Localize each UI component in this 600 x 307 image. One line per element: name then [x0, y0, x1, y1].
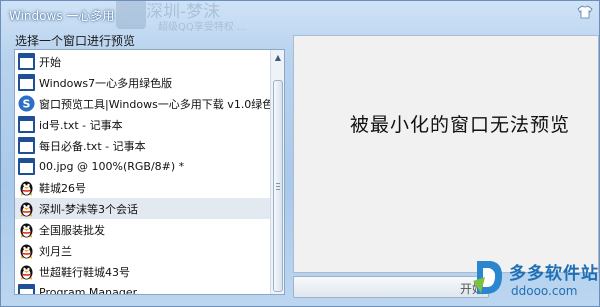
window-list-item[interactable]: 世超鞋行鞋城43号	[15, 261, 271, 282]
window-list-item-label: 深圳-梦沫等3个会话	[39, 202, 138, 216]
window-list[interactable]: 开始 Windows7一心多用绿色版 S 窗口预览工具|Windows一心多用下载 v…	[14, 49, 285, 295]
window-list-item[interactable]: 刘月兰	[15, 240, 271, 261]
window-list-item[interactable]: Program Manager	[15, 282, 271, 295]
scroll-grip-line	[276, 183, 280, 184]
window-list-item-label: Windows7一心多用绿色版	[39, 76, 173, 90]
svg-text:S: S	[23, 98, 31, 111]
window-list-item-label: 窗口预览工具|Windows一心多用下载 v1.0绿色版_...	[39, 97, 271, 111]
window-icon	[18, 53, 35, 70]
window-list-item[interactable]: 每日必备.txt - 记事本	[15, 135, 271, 156]
window-list-item-label: 每日必备.txt - 记事本	[39, 139, 146, 153]
qq-penguin-icon	[20, 223, 33, 238]
scroll-grip-line	[276, 189, 280, 190]
window-list-item[interactable]: 开始	[15, 51, 271, 72]
window-icon	[18, 116, 35, 133]
window-list-item-label: id号.txt - 记事本	[39, 118, 123, 132]
window-title: Windows 一心多用	[9, 9, 115, 23]
scroll-thumb[interactable]	[273, 80, 283, 292]
window-list-item[interactable]: id号.txt - 记事本	[15, 114, 271, 135]
scroll-grip-line	[276, 186, 280, 187]
window-list-item-label: Program Manager	[39, 286, 138, 295]
window-list-item[interactable]: S 窗口预览工具|Windows一心多用下载 v1.0绿色版_...	[15, 93, 271, 114]
preview-message: 被最小化的窗口无法预览	[350, 114, 571, 136]
window-list-scrollbar[interactable]: ▲	[270, 50, 284, 294]
watermark-url: ddooo.com	[511, 284, 578, 298]
window-icon	[18, 74, 35, 91]
window-list-item-label: 全国服装批发	[39, 223, 105, 237]
window-icon	[18, 158, 35, 175]
window-icon	[18, 284, 35, 294]
watermark-name: 多多软件站	[509, 264, 599, 284]
ddooo-logo-icon	[473, 261, 503, 294]
scroll-up-arrow-icon[interactable]: ▲	[273, 53, 283, 63]
window-list-item-label: 00.jpg @ 100%(RGB/8#) *	[39, 160, 185, 173]
preview-panel: 被最小化的窗口无法预览	[293, 35, 599, 273]
window-list-item[interactable]: 全国服装批发	[15, 219, 271, 240]
window-list-label: 选择一个窗口进行预览	[15, 34, 136, 48]
sogou-browser-icon: S	[18, 95, 35, 112]
site-watermark: 多多软件站 ddooo.com	[469, 253, 599, 305]
qq-penguin-icon	[20, 202, 33, 217]
window-list-item-label: 世超鞋行鞋城43号	[39, 265, 130, 279]
qq-penguin-icon	[20, 265, 33, 280]
title-bar[interactable]: Windows 一心多用	[1, 1, 599, 29]
window-list-item[interactable]: 鞋城26号	[15, 177, 271, 198]
app-window: 深圳-梦沫 超级QQ享受特权 ... Windows 一心多用 选择一个窗口进行…	[0, 0, 600, 307]
window-list-item[interactable]: 深圳-梦沫等3个会话	[15, 198, 271, 219]
window-list-item[interactable]: Windows7一心多用绿色版	[15, 72, 271, 93]
window-list-item[interactable]: 00.jpg @ 100%(RGB/8#) *	[15, 156, 271, 177]
qq-penguin-icon	[20, 244, 33, 259]
skin-shirt-icon[interactable]	[577, 5, 593, 19]
window-list-item-label: 开始	[39, 55, 61, 69]
window-list-item-label: 刘月兰	[39, 244, 72, 258]
qq-penguin-icon	[20, 181, 33, 196]
window-list-item-label: 鞋城26号	[39, 181, 86, 195]
window-icon	[18, 137, 35, 154]
start-button[interactable]: 开始	[293, 276, 489, 298]
